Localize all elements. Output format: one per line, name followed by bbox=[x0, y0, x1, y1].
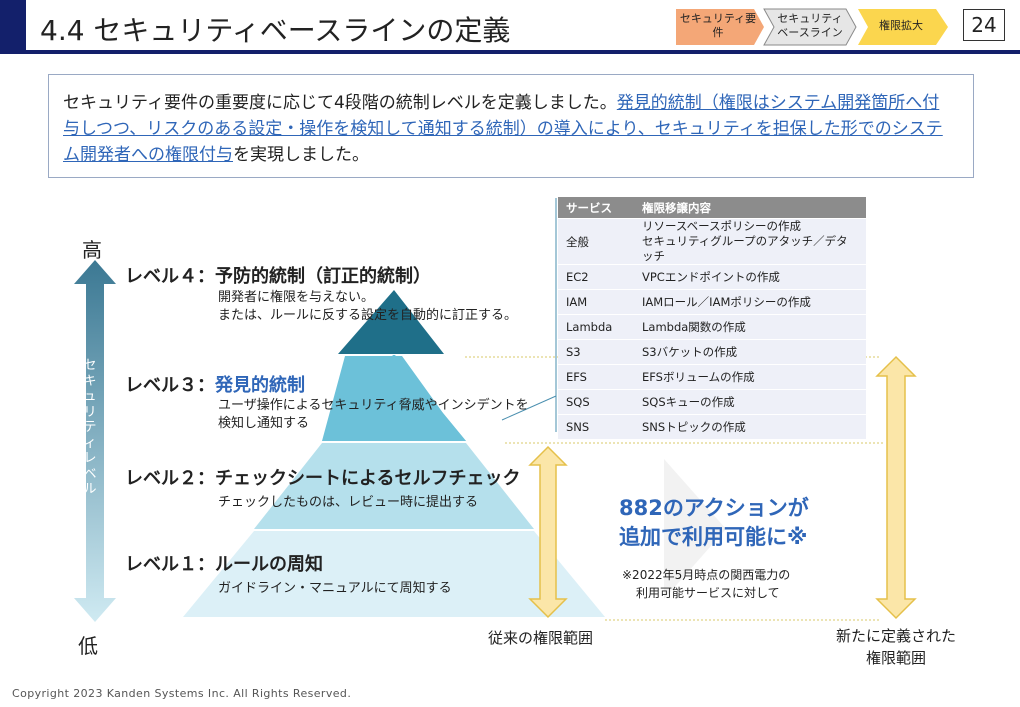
new-range-caption-1: 新たに定義された bbox=[835, 627, 956, 645]
copyright-footer: Copyright 2023 Kanden Systems Inc. All R… bbox=[12, 687, 352, 700]
table-cell-service: EFS bbox=[558, 364, 634, 390]
table-row: SNS SNSトピックの作成 bbox=[558, 414, 866, 439]
level-4-desc-1: 開発者に権限を与えない。 bbox=[218, 290, 375, 305]
axis-low-label: 低 bbox=[78, 634, 98, 658]
level-3-title-highlight: 発見的統制 bbox=[215, 375, 305, 396]
table-cell-content: SNSトピックの作成 bbox=[634, 414, 866, 439]
table-cell-service: 全般 bbox=[558, 218, 634, 265]
axis-high-label: 高 bbox=[82, 238, 102, 262]
action-count-message-line-1: 882のアクションが bbox=[619, 496, 809, 520]
level-3-title: レベル３：発見的統制 bbox=[125, 371, 305, 397]
table-row: EFS EFSボリュームの作成 bbox=[558, 364, 866, 390]
level-3-title-prefix: レベル３： bbox=[125, 375, 215, 396]
table-cell-content: EFSボリュームの作成 bbox=[634, 364, 866, 390]
table-cell-content: リソースベースポリシーの作成 セキュリティグループのアタッチ／デタッチ bbox=[634, 218, 866, 265]
table-cell-content: Lambda関数の作成 bbox=[634, 314, 866, 340]
table-header-row: サービス 権限移譲内容 bbox=[558, 197, 866, 219]
table-row: 全般 リソースベースポリシーの作成 セキュリティグループのアタッチ／デタッチ bbox=[558, 218, 866, 265]
table-cell-service: EC2 bbox=[558, 264, 634, 290]
table-cell-content: SQSキューの作成 bbox=[634, 389, 866, 415]
level-1-desc-1: ガイドライン・マニュアルにて周知する bbox=[218, 581, 452, 596]
security-level-axis-label: セキュリティレベル bbox=[83, 358, 97, 497]
table-cell-service: SNS bbox=[558, 414, 634, 439]
table-cell-service: SQS bbox=[558, 389, 634, 415]
table-cell-service: IAM bbox=[558, 289, 634, 315]
table-cell-service: S3 bbox=[558, 339, 634, 365]
new-range-arrow bbox=[875, 355, 917, 620]
level-1-title: レベル１：ルールの周知 bbox=[125, 554, 323, 575]
level-3-desc-2: 検知し通知する bbox=[218, 416, 310, 431]
new-range-caption-2: 権限範囲 bbox=[865, 649, 926, 667]
old-range-caption: 従来の権限範囲 bbox=[488, 629, 594, 647]
level-3-desc-1: ユーザ操作によるセキュリティ脅威やインシデントを bbox=[218, 398, 529, 413]
table-row: Lambda Lambda関数の作成 bbox=[558, 314, 866, 340]
footnote-line-2: 利用可能サービスに対して bbox=[636, 586, 780, 600]
table-row: SQS SQSキューの作成 bbox=[558, 389, 866, 415]
level-4-desc-2: または、ルールに反する設定を自動的に訂正する。 bbox=[218, 308, 518, 323]
table-header-content: 権限移譲内容 bbox=[634, 197, 866, 219]
footnote-line-1: ※2022年5月時点の関西電力の bbox=[622, 568, 791, 582]
table-header-service: サービス bbox=[558, 197, 634, 219]
diagram-graphics bbox=[74, 198, 917, 622]
table-cell-content: IAMロール／IAMポリシーの作成 bbox=[634, 289, 866, 315]
table-row: IAM IAMロール／IAMポリシーの作成 bbox=[558, 289, 866, 315]
table-row: S3 S3バケットの作成 bbox=[558, 339, 866, 365]
table-cell-content: VPCエンドポイントの作成 bbox=[634, 264, 866, 290]
action-count-message-line-2: 追加で利用可能に※ bbox=[619, 525, 808, 549]
table-row: EC2 VPCエンドポイントの作成 bbox=[558, 264, 866, 290]
level-4-title: レベル４：予防的統制（訂正的統制） bbox=[125, 266, 431, 287]
table-cell-service: Lambda bbox=[558, 314, 634, 340]
level-2-title: レベル２：チェックシートによるセルフチェック bbox=[125, 468, 521, 489]
permission-transfer-table: サービス 権限移譲内容 全般 リソースベースポリシーの作成 セキュリティグループ… bbox=[558, 197, 866, 439]
level-2-desc-1: チェックしたものは、レビュー時に提出する bbox=[218, 495, 479, 510]
table-cell-content: S3バケットの作成 bbox=[634, 339, 866, 365]
